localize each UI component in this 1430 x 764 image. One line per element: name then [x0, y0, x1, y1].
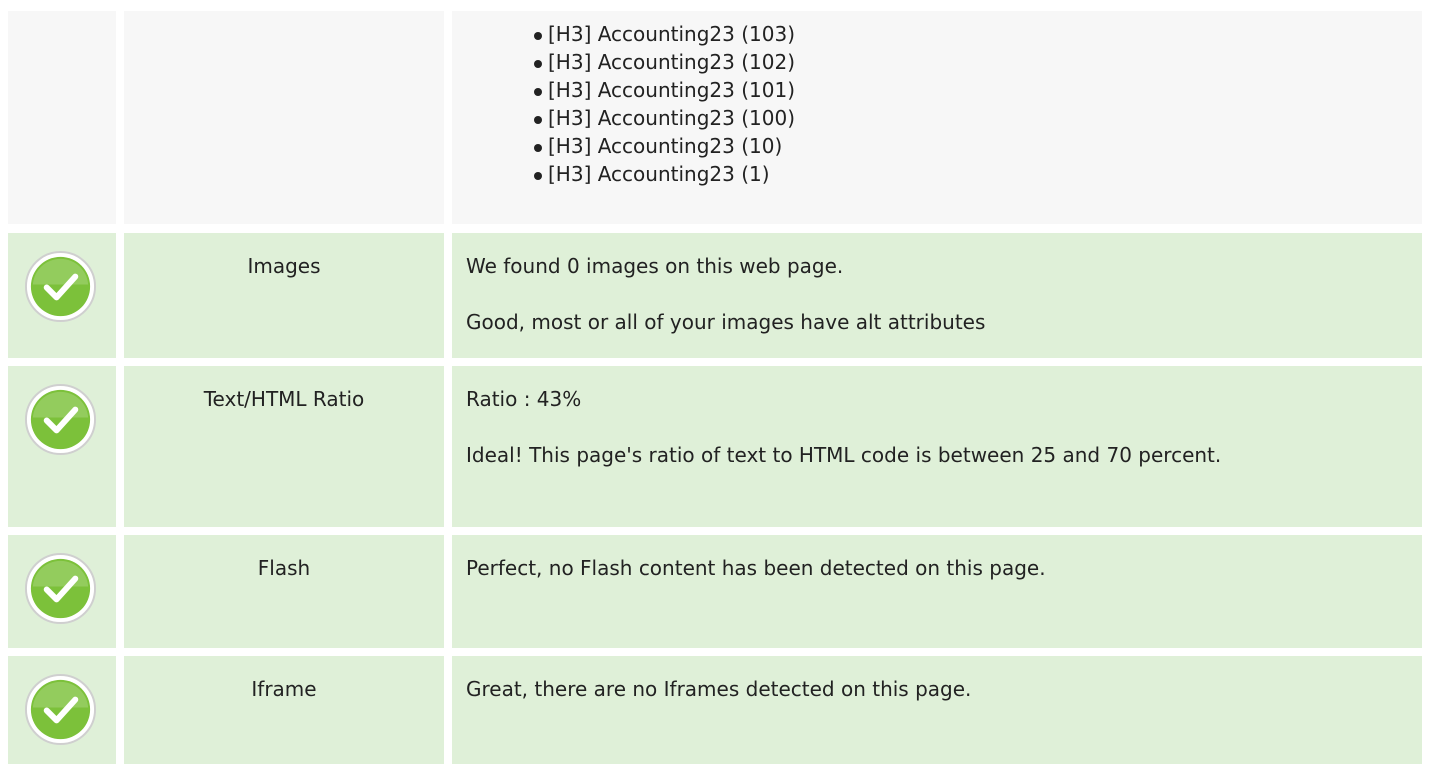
- check-detail: Perfect, no Flash content has been detec…: [466, 554, 1408, 582]
- flash-check-row: Flash Perfect, no Flash content has been…: [0, 535, 1430, 648]
- detail-line: Ratio : 43%: [466, 387, 582, 411]
- check-circle-icon: [24, 250, 97, 323]
- check-circle-icon: [24, 673, 97, 746]
- ratio-check-row: Text/HTML Ratio Ratio : 43% Ideal! This …: [0, 366, 1430, 527]
- check-label: Iframe: [251, 677, 317, 701]
- images-label-cell: Images: [124, 233, 444, 358]
- list-item: [H3] Accounting23 (100): [534, 104, 795, 132]
- detail-line: Great, there are no Iframes detected on …: [466, 677, 972, 701]
- check-detail: We found 0 images on this web page. Good…: [466, 252, 1408, 336]
- images-check-row: Images We found 0 images on this web pag…: [0, 233, 1430, 358]
- bullet-icon: [534, 144, 542, 152]
- iframe-detail-cell: Great, there are no Iframes detected on …: [452, 656, 1422, 764]
- flash-label-cell: Flash: [124, 535, 444, 648]
- seo-report-table: [H3] Accounting23 (103) [H3] Accounting2…: [0, 0, 1430, 764]
- iframe-icon-cell: [8, 656, 116, 764]
- headings-icon-cell: [8, 11, 116, 224]
- check-circle-icon: [24, 383, 97, 456]
- list-item: [H3] Accounting23 (102): [534, 48, 795, 76]
- headings-list: [H3] Accounting23 (103) [H3] Accounting2…: [534, 20, 795, 188]
- check-label: Flash: [257, 556, 311, 580]
- detail-line: Good, most or all of your images have al…: [466, 310, 986, 334]
- headings-row: [H3] Accounting23 (103) [H3] Accounting2…: [0, 11, 1430, 224]
- bullet-icon: [534, 116, 542, 124]
- bullet-icon: [534, 88, 542, 96]
- headings-label-cell: [124, 11, 444, 224]
- images-icon-cell: [8, 233, 116, 358]
- check-label: Text/HTML Ratio: [203, 387, 365, 411]
- list-item: [H3] Accounting23 (1): [534, 160, 795, 188]
- ratio-detail-cell: Ratio : 43% Ideal! This page's ratio of …: [452, 366, 1422, 527]
- iframe-label-cell: Iframe: [124, 656, 444, 764]
- flash-detail-cell: Perfect, no Flash content has been detec…: [452, 535, 1422, 648]
- ratio-icon-cell: [8, 366, 116, 527]
- headings-list-cell: [H3] Accounting23 (103) [H3] Accounting2…: [452, 11, 1422, 224]
- ratio-label-cell: Text/HTML Ratio: [124, 366, 444, 527]
- check-circle-icon: [24, 552, 97, 625]
- flash-icon-cell: [8, 535, 116, 648]
- detail-line: Perfect, no Flash content has been detec…: [466, 556, 1046, 580]
- bullet-icon: [534, 60, 542, 68]
- detail-line: Ideal! This page's ratio of text to HTML…: [466, 443, 1222, 467]
- bullet-icon: [534, 172, 542, 180]
- list-item: [H3] Accounting23 (101): [534, 76, 795, 104]
- iframe-check-row: Iframe Great, there are no Iframes detec…: [0, 656, 1430, 764]
- check-detail: Ratio : 43% Ideal! This page's ratio of …: [466, 385, 1408, 469]
- list-item: [H3] Accounting23 (10): [534, 132, 795, 160]
- check-label: Images: [247, 254, 321, 278]
- detail-line: We found 0 images on this web page.: [466, 254, 844, 278]
- images-detail-cell: We found 0 images on this web page. Good…: [452, 233, 1422, 358]
- list-item: [H3] Accounting23 (103): [534, 20, 795, 48]
- bullet-icon: [534, 32, 542, 40]
- check-detail: Great, there are no Iframes detected on …: [466, 675, 1408, 703]
